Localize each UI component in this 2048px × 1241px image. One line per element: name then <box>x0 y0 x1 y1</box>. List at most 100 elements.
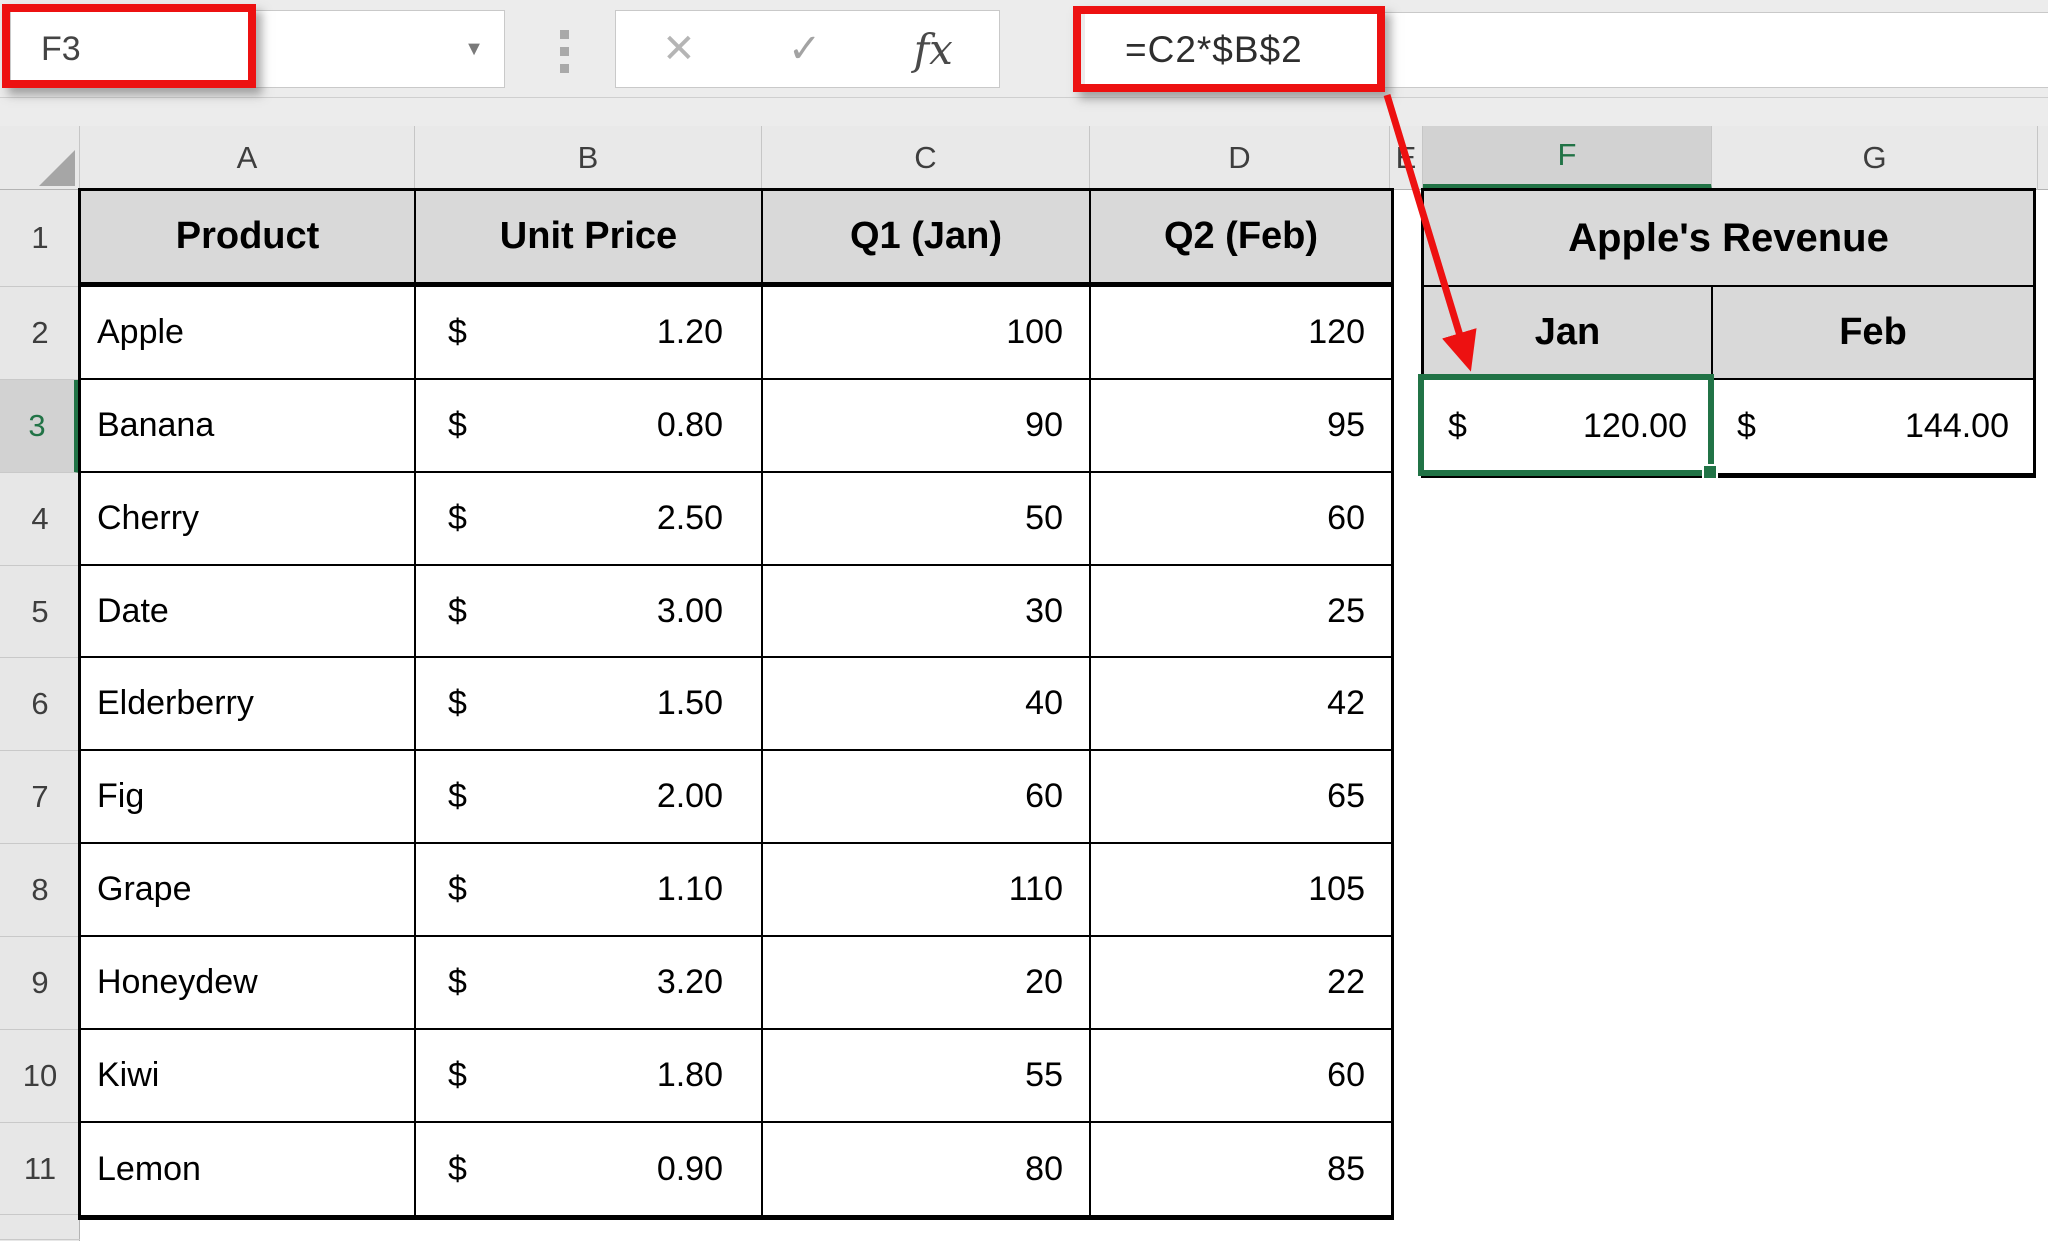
cell-d9[interactable]: 22 <box>1091 937 1391 1030</box>
cell-a5[interactable]: Date <box>81 566 416 658</box>
cell-c7[interactable]: 60 <box>763 751 1091 844</box>
row-header-1[interactable]: 1 <box>0 190 80 287</box>
cell-f1-merged-title[interactable]: Apple's Revenue <box>1424 191 2033 287</box>
cell-value: 2.50 <box>656 499 723 537</box>
enter-icon[interactable]: ✓ <box>788 26 822 72</box>
row-header-3-selected[interactable]: 3 <box>0 380 80 473</box>
cell-a9[interactable]: Honeydew <box>81 937 416 1030</box>
currency-symbol: $ <box>448 963 467 1001</box>
cell-c2[interactable]: 100 <box>763 287 1091 380</box>
row-header-6[interactable]: 6 <box>0 658 80 751</box>
insert-function-icon[interactable]: fx <box>914 25 953 74</box>
formula-buttons: ✕ ✓ fx <box>615 10 1000 88</box>
row-header-11[interactable]: 11 <box>0 1123 80 1215</box>
row-header-12-partial[interactable] <box>0 1215 80 1240</box>
cell-f3-active[interactable]: $120.00 <box>1424 380 1713 473</box>
row-header-10[interactable]: 10 <box>0 1030 80 1123</box>
cell-b7[interactable]: $2.00 <box>416 751 763 844</box>
cell-d7[interactable]: 65 <box>1091 751 1391 844</box>
select-all-corner[interactable] <box>0 126 80 190</box>
cell-c8[interactable]: 110 <box>763 844 1091 937</box>
cell-b5[interactable]: $3.00 <box>416 566 763 658</box>
currency-symbol: $ <box>448 684 467 722</box>
currency-symbol: $ <box>448 870 467 908</box>
cell-a2[interactable]: Apple <box>81 287 416 380</box>
formula-bar-value[interactable]: =C2*$B$2 <box>1085 29 1303 71</box>
column-header-a[interactable]: A <box>80 126 415 190</box>
row-header-gutter: 1 2 3 4 5 6 7 8 9 10 11 <box>0 190 80 1241</box>
row-header-8[interactable]: 8 <box>0 844 80 937</box>
column-header-g[interactable]: G <box>1712 126 2038 190</box>
cell-d1[interactable]: Q2 (Feb) <box>1091 191 1391 287</box>
row-header-7[interactable]: 7 <box>0 751 80 844</box>
row-header-5[interactable]: 5 <box>0 566 80 658</box>
cell-value: 2.00 <box>656 777 723 815</box>
currency-symbol: $ <box>448 499 467 537</box>
cell-d10[interactable]: 60 <box>1091 1030 1391 1123</box>
cell-d8[interactable]: 105 <box>1091 844 1391 937</box>
spreadsheet-app: F3 ▼ ✕ ✓ fx =C2*$B$2 A B C D E F G 1 2 3… <box>0 0 2048 1241</box>
cell-c1[interactable]: Q1 (Jan) <box>763 191 1091 287</box>
cell-c6[interactable]: 40 <box>763 658 1091 751</box>
select-all-triangle-icon <box>39 150 75 186</box>
column-header-b[interactable]: B <box>415 126 762 190</box>
cell-c4[interactable]: 50 <box>763 473 1091 566</box>
cell-b3[interactable]: $0.80 <box>416 380 763 473</box>
cell-d6[interactable]: 42 <box>1091 658 1391 751</box>
cell-a4[interactable]: Cherry <box>81 473 416 566</box>
cell-b11[interactable]: $0.90 <box>416 1123 763 1215</box>
cell-b4[interactable]: $2.50 <box>416 473 763 566</box>
cell-d2[interactable]: 120 <box>1091 287 1391 380</box>
cell-b10[interactable]: $1.80 <box>416 1030 763 1123</box>
column-header-c[interactable]: C <box>762 126 1090 190</box>
cell-c11[interactable]: 80 <box>763 1123 1091 1215</box>
cell-d3[interactable]: 95 <box>1091 380 1391 473</box>
cell-value: 144.00 <box>1905 407 2009 445</box>
column-header-band: A B C D E F G <box>0 126 2048 190</box>
cell-value: 1.10 <box>656 870 723 908</box>
cell-value: 1.50 <box>656 684 723 722</box>
cancel-icon[interactable]: ✕ <box>662 26 696 72</box>
toolbar-divider <box>0 97 2048 98</box>
cell-g3[interactable]: $144.00 <box>1713 380 2033 473</box>
row-header-2[interactable]: 2 <box>0 287 80 380</box>
cell-a8[interactable]: Grape <box>81 844 416 937</box>
cell-g2[interactable]: Feb <box>1713 287 2033 380</box>
cell-a3[interactable]: Banana <box>81 380 416 473</box>
cell-c5[interactable]: 30 <box>763 566 1091 658</box>
cell-b6[interactable]: $1.50 <box>416 658 763 751</box>
formula-bar[interactable]: =C2*$B$2 <box>1085 12 2048 88</box>
formula-toolbar: F3 ▼ ✕ ✓ fx =C2*$B$2 <box>0 0 2048 126</box>
currency-symbol: $ <box>448 406 467 444</box>
name-box[interactable]: F3 ▼ <box>10 10 505 88</box>
cell-a11[interactable]: Lemon <box>81 1123 416 1215</box>
column-header-f-selected[interactable]: F <box>1423 126 1712 190</box>
cell-d11[interactable]: 85 <box>1091 1123 1391 1215</box>
currency-symbol: $ <box>1737 407 1756 445</box>
column-header-e[interactable]: E <box>1390 126 1423 190</box>
cell-b8[interactable]: $1.10 <box>416 844 763 937</box>
cell-d5[interactable]: 25 <box>1091 566 1391 658</box>
column-header-d[interactable]: D <box>1090 126 1390 190</box>
cell-value: 0.90 <box>656 1149 723 1188</box>
cell-a10[interactable]: Kiwi <box>81 1030 416 1123</box>
cell-a6[interactable]: Elderberry <box>81 658 416 751</box>
row-header-4[interactable]: 4 <box>0 473 80 566</box>
cell-b1[interactable]: Unit Price <box>416 191 763 287</box>
cell-b2[interactable]: $1.20 <box>416 287 763 380</box>
cell-f2[interactable]: Jan <box>1424 287 1713 380</box>
name-box-value[interactable]: F3 <box>11 30 444 69</box>
currency-symbol: $ <box>448 591 467 630</box>
name-box-dropdown-icon[interactable]: ▼ <box>444 38 504 61</box>
cell-a1[interactable]: Product <box>81 191 416 287</box>
cell-value: 3.20 <box>656 963 723 1001</box>
row-header-9[interactable]: 9 <box>0 937 80 1030</box>
cell-c9[interactable]: 20 <box>763 937 1091 1030</box>
cell-a7[interactable]: Fig <box>81 751 416 844</box>
cell-c10[interactable]: 55 <box>763 1030 1091 1123</box>
cell-d4[interactable]: 60 <box>1091 473 1391 566</box>
cell-value: 1.80 <box>656 1056 723 1094</box>
currency-symbol: $ <box>448 777 467 815</box>
cell-b9[interactable]: $3.20 <box>416 937 763 1030</box>
cell-c3[interactable]: 90 <box>763 380 1091 473</box>
